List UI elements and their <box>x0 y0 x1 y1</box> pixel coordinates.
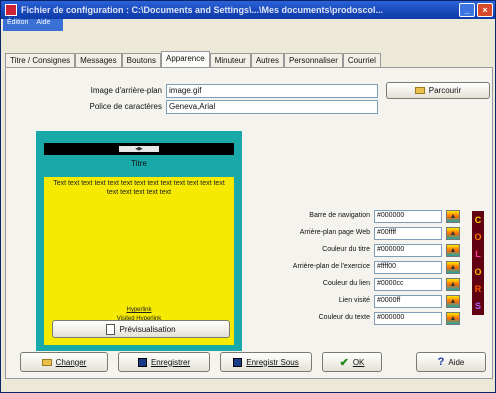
preview-nav-bar: ◀▶ <box>44 143 234 155</box>
tab-messages[interactable]: Messages <box>75 53 122 67</box>
colors-letter-o1: O <box>474 231 482 242</box>
floppy-icon <box>233 357 243 367</box>
colors-letter-r: R <box>474 283 482 294</box>
preview-title: Titre <box>131 159 147 168</box>
font-input[interactable]: Geneva,Arial <box>166 100 378 114</box>
folder-icon <box>414 87 425 94</box>
color-picker-visited-icon[interactable]: ▲ <box>446 295 460 308</box>
bg-image-input[interactable]: image.gif <box>166 84 378 98</box>
tab-email[interactable]: Courriel <box>342 53 381 67</box>
nav-button-icon: ◀▶ <box>119 146 159 152</box>
color-picker-page-bg-icon[interactable]: ▲ <box>446 227 460 240</box>
tab-title-instructions[interactable]: Titre / Consignes <box>5 53 76 67</box>
document-icon <box>106 323 116 335</box>
bg-image-label: Image d'arrière-plan <box>90 86 162 95</box>
window-title: Fichier de configuration : C:\Documents … <box>21 5 384 15</box>
preview-button-label: Prévisualisation <box>119 324 176 334</box>
help-label: Aide <box>448 357 465 367</box>
color-label-nav: Barre de navigation <box>309 212 370 219</box>
save-label: Enregistrer <box>150 357 191 367</box>
app-icon <box>5 4 17 16</box>
colors-letter-o2: O <box>474 266 482 277</box>
color-label-visited: Lien visité <box>338 297 370 304</box>
preview-link: Hyperlink <box>126 307 152 313</box>
browse-label: Parcourir <box>428 86 462 95</box>
menu-help[interactable]: Aide <box>36 19 50 31</box>
tab-others[interactable]: Autres <box>250 53 284 67</box>
config-window: Fichier de configuration : C:\Documents … <box>0 0 496 393</box>
ok-button[interactable]: ✔ OK <box>322 352 382 372</box>
color-label-link: Couleur du lien <box>322 280 370 287</box>
color-input-visited[interactable]: #0000ff <box>374 295 442 308</box>
close-button[interactable]: × <box>477 3 493 17</box>
tab-strip: Titre / Consignes Messages Boutons Appar… <box>5 51 493 67</box>
title-bar: Fichier de configuration : C:\Documents … <box>1 1 495 19</box>
color-label-page-bg: Arrière-plan page Web <box>299 229 370 236</box>
save-as-label: Enregistr Sous <box>246 357 299 367</box>
colors-letter-l: L <box>475 249 481 260</box>
help-button[interactable]: ? Aide <box>416 352 486 372</box>
tab-appearance[interactable]: Apparence <box>161 51 210 67</box>
color-label-text: Couleur du texte <box>318 314 370 321</box>
color-picker-link-icon[interactable]: ▲ <box>446 278 460 291</box>
color-input-text[interactable]: #000000 <box>374 312 442 325</box>
ok-label: OK <box>352 357 365 367</box>
floppy-icon <box>137 357 147 367</box>
checkmark-icon: ✔ <box>339 356 349 369</box>
folder-open-icon <box>41 358 52 366</box>
color-picker-title-icon[interactable]: ▲ <box>446 244 460 257</box>
menu-edit[interactable]: Édition <box>7 19 28 31</box>
font-label: Police de caractères <box>89 102 162 111</box>
color-input-exercise-bg[interactable]: #ffff00 <box>374 261 442 274</box>
tab-timer[interactable]: Minuteur <box>209 53 251 67</box>
colors-letter-c: C <box>474 214 482 225</box>
question-icon: ? <box>437 356 445 368</box>
color-picker-nav-icon[interactable]: ▲ <box>446 210 460 223</box>
color-label-exercise-bg: Arrière-plan de l'exercice <box>292 263 370 270</box>
color-input-nav[interactable]: #000000 <box>374 210 442 223</box>
page-preview: ◀▶ Titre Text text text text text text t… <box>36 131 242 351</box>
color-picker-text-icon[interactable]: ▲ <box>446 312 460 325</box>
save-button[interactable]: Enregistrer <box>118 352 210 372</box>
menu-bar: Édition Aide <box>3 19 63 31</box>
color-label-title: Couleur du titre <box>322 246 370 253</box>
browse-button[interactable]: Parcourir <box>386 82 490 99</box>
colors-letter-s: S <box>474 301 481 312</box>
colors-vertical-label: C O L O R S <box>472 211 484 315</box>
color-input-title[interactable]: #000000 <box>374 244 442 257</box>
change-button[interactable]: Changer <box>20 352 108 372</box>
save-as-button[interactable]: Enregistr Sous <box>220 352 312 372</box>
preview-button[interactable]: Prévisualisation <box>52 320 230 338</box>
color-input-page-bg[interactable]: #00ffff <box>374 227 442 240</box>
change-label: Changer <box>55 357 87 367</box>
color-picker-exercise-bg-icon[interactable]: ▲ <box>446 261 460 274</box>
preview-body-text: Text text text text text text text text … <box>53 180 225 196</box>
color-input-link[interactable]: #0000cc <box>374 278 442 291</box>
tab-customize[interactable]: Personnaliser <box>283 53 343 67</box>
appearance-panel: Image d'arrière-plan image.gif Parcourir… <box>5 67 493 379</box>
minimize-button[interactable]: _ <box>459 3 475 17</box>
tab-buttons[interactable]: Boutons <box>121 53 161 67</box>
